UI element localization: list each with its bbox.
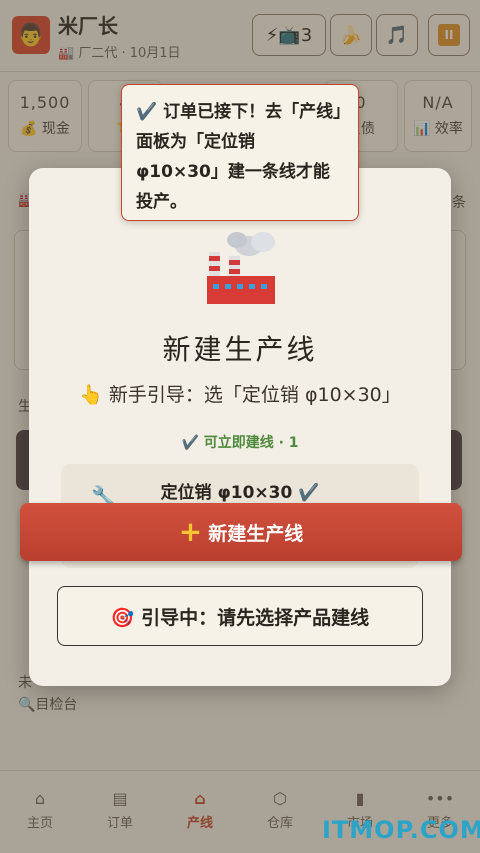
new-line-label: 新建生产线 — [208, 522, 304, 545]
guide-tooltip: ✔️ 订单已接下！去「产线」面板为「定位销 φ10×30」建一条线才能投产。 — [121, 84, 359, 221]
dialog-title: 新建生产线 — [162, 333, 318, 366]
new-line-dialog: 新建生产线 👆 新手引导：选「定位销 φ10×30」 ✔️ 可立即建线 · 1 … — [29, 168, 451, 686]
watermark: ITMOP.COM — [322, 816, 480, 844]
new-production-line-button[interactable]: + 新建生产线 — [20, 503, 462, 561]
available-count: ✔️ 可立即建线 · 1 — [181, 435, 299, 451]
plus-icon: + — [178, 515, 203, 548]
factory-icon — [207, 232, 275, 304]
guide-status-button[interactable]: 🎯 引导中：请先选择产品建线 — [57, 586, 423, 646]
guide-hint: 👆 新手引导：选「定位销 φ10×30」 — [79, 384, 401, 406]
product-name: 定位销 φ10×30 ✔️ — [160, 483, 320, 503]
